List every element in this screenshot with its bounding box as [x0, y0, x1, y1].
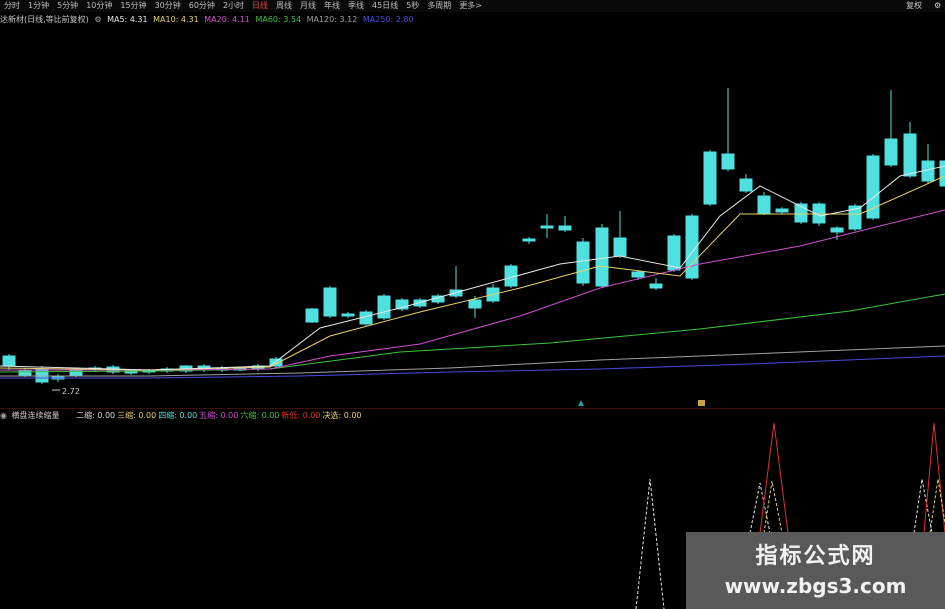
- ma60-label: MA60: 3.54: [255, 15, 302, 24]
- ma20-label: MA20: 4.11: [204, 15, 250, 24]
- indicator-spike-5: [923, 423, 945, 534]
- ma20-line: [0, 209, 945, 371]
- candle-body-40: [739, 178, 753, 192]
- event-marker: [698, 400, 705, 406]
- indicator-spike-1: [749, 482, 771, 534]
- candle-body-38: [703, 151, 717, 205]
- indicator-value-3: 五缩: 0.00: [199, 411, 239, 420]
- period-tab-1[interactable]: 1分钟: [24, 0, 53, 12]
- candle-body-34: [631, 271, 645, 278]
- watermark-title: 指标公式网: [755, 544, 876, 569]
- candle-body-20: [377, 295, 391, 319]
- ma5-label: MA5: 4.31: [107, 15, 148, 24]
- low-price-marker: 2.72: [62, 387, 80, 396]
- indicator-value-0: 二缩: 0.00: [76, 411, 116, 420]
- indicator-spike-0: [635, 478, 665, 609]
- ma250-label: MA250: 2.80: [362, 15, 414, 24]
- ma120-label: MA120: 3.12: [306, 15, 358, 24]
- period-tab-15[interactable]: 多周期: [423, 0, 455, 12]
- period-tab-13[interactable]: 45日线: [368, 0, 402, 12]
- candle-body-4: [69, 369, 83, 376]
- candle-body-49: [903, 133, 917, 177]
- period-tab-4[interactable]: 15分钟: [116, 0, 150, 12]
- candle-body-31: [576, 241, 590, 284]
- candle-body-42: [775, 208, 789, 213]
- candle-body-41: [757, 195, 771, 214]
- indicator-value-2: 四缩: 0.00: [158, 411, 198, 420]
- period-tab-8[interactable]: 日线: [248, 0, 272, 12]
- period-tab-16[interactable]: 更多>: [455, 0, 486, 12]
- period-tab-2[interactable]: 5分钟: [53, 0, 82, 12]
- indicator-value-6: 决选: 0.00: [322, 411, 362, 420]
- candle-body-36: [667, 235, 681, 271]
- watermark-url: www.zbgs3.com: [724, 574, 907, 598]
- candle-body-16: [305, 308, 319, 323]
- watermark-banner: 指标公式网 www.zbgs3.com: [686, 532, 945, 609]
- indicator-value-5: 新低: 0.00: [281, 411, 321, 420]
- indicator-icon: ◉: [0, 411, 7, 420]
- indicator-spike-4: [913, 478, 933, 534]
- toolbar-settings-icon[interactable]: ⚙: [930, 0, 945, 12]
- candle-body-48: [884, 138, 898, 166]
- candlestick-chart[interactable]: 2.72: [0, 26, 945, 408]
- period-tab-0[interactable]: 分时: [0, 0, 24, 12]
- adjust-button[interactable]: 复权: [902, 0, 926, 12]
- candle-body-0: [2, 355, 16, 367]
- period-tab-9[interactable]: 周线: [272, 0, 296, 12]
- ma-legend-bar: 达新材(日线,等比前复权) ⚙ MA5: 4.31 MA10: 4.31 MA2…: [0, 14, 417, 26]
- period-tab-6[interactable]: 60分钟: [185, 0, 219, 12]
- candle-body-30: [558, 225, 572, 231]
- indicator-value-4: 六缩: 0.00: [240, 411, 280, 420]
- period-toolbar: 分时 1分钟 5分钟 10分钟 15分钟 30分钟 60分钟 2小时 日线 周线 月线 年线 季线 45日…: [0, 0, 945, 12]
- candle-body-33: [613, 237, 627, 257]
- period-tab-11[interactable]: 年线: [320, 0, 344, 12]
- candle-body-18: [341, 313, 355, 317]
- candle-body-25: [468, 299, 482, 309]
- indicator-name: 横盘连续缩量: [11, 411, 60, 420]
- candle-body-29: [540, 225, 554, 229]
- settings-icon[interactable]: ⚙: [94, 15, 101, 24]
- indicator-value-1: 三缩: 0.00: [117, 411, 157, 420]
- indicator-spike-2: [759, 423, 789, 534]
- candle-body-28: [522, 238, 536, 242]
- stock-title: 达新材(日线,等比前复权): [0, 15, 89, 24]
- period-tab-10[interactable]: 月线: [296, 0, 320, 12]
- candle-body-35: [649, 283, 663, 289]
- candle-body-51: [939, 160, 945, 187]
- candle-body-45: [830, 227, 844, 233]
- indicator-spike-3: [763, 480, 783, 534]
- period-tab-5[interactable]: 30分钟: [151, 0, 185, 12]
- pane-divider: [0, 408, 945, 409]
- period-tab-12[interactable]: 季线: [344, 0, 368, 12]
- candle-body-17: [323, 287, 337, 317]
- period-tab-3[interactable]: 10分钟: [82, 0, 116, 12]
- candle-body-32: [595, 227, 609, 287]
- indicator-spike-6: [929, 478, 945, 534]
- period-tab-7[interactable]: 2小时: [219, 0, 248, 12]
- ma10-label: MA10: 4.31: [153, 15, 199, 24]
- candle-body-39: [721, 153, 735, 170]
- signal-marker: [578, 400, 584, 406]
- period-tab-14[interactable]: 5秒: [402, 0, 423, 12]
- indicator-legend-bar: ◉ 横盘连续缩量 二缩: 0.00 三缩: 0.00 四缩: 0.00 五缩: 0.0…: [0, 410, 364, 422]
- ma5-line: [0, 165, 945, 371]
